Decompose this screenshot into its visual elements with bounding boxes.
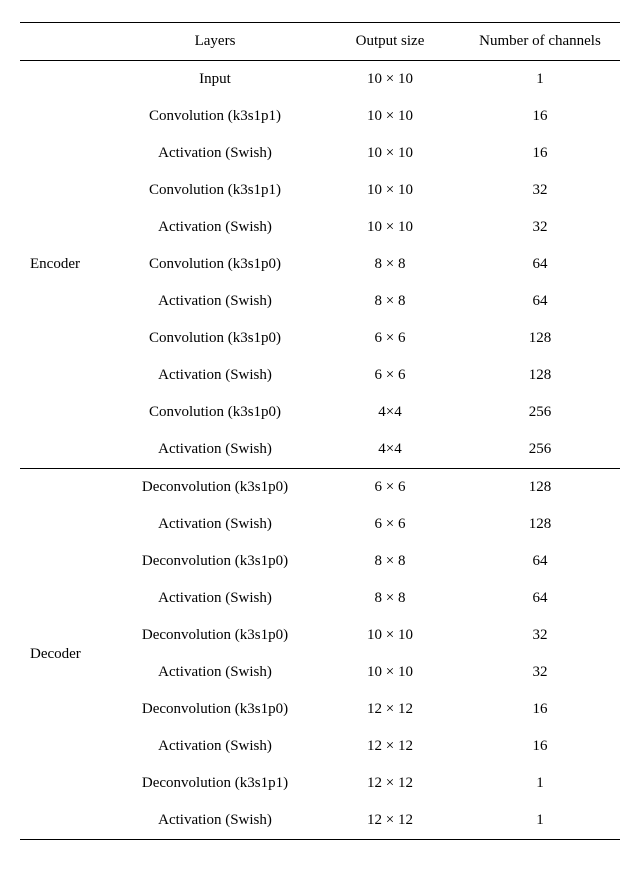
cell-channels: 32 <box>460 209 620 246</box>
cell-size: 8 × 8 <box>320 543 460 580</box>
cell-channels: 256 <box>460 431 620 469</box>
cell-layer: Convolution (k3s1p1) <box>110 98 320 135</box>
cell-size: 12 × 12 <box>320 691 460 728</box>
section-label-encoder: Encoder <box>20 61 110 469</box>
table-row: Activation (Swish) 6 × 6 128 <box>20 357 620 394</box>
cell-size: 12 × 12 <box>320 728 460 765</box>
cell-layer: Activation (Swish) <box>110 431 320 469</box>
section-label-decoder: Decoder <box>20 469 110 840</box>
section-encoder: Encoder Input 10 × 10 1 Convolution (k3s… <box>20 61 620 469</box>
table-row: Deconvolution (k3s1p0) 10 × 10 32 <box>20 617 620 654</box>
cell-size: 12 × 12 <box>320 802 460 840</box>
cell-size: 6 × 6 <box>320 357 460 394</box>
cell-channels: 64 <box>460 543 620 580</box>
cell-size: 6 × 6 <box>320 320 460 357</box>
table-row: Deconvolution (k3s1p1) 12 × 12 1 <box>20 765 620 802</box>
cell-channels: 16 <box>460 691 620 728</box>
cell-size: 10 × 10 <box>320 135 460 172</box>
cell-size: 10 × 10 <box>320 172 460 209</box>
cell-layer: Convolution (k3s1p0) <box>110 246 320 283</box>
cell-channels: 128 <box>460 320 620 357</box>
cell-channels: 16 <box>460 728 620 765</box>
cell-layer: Activation (Swish) <box>110 135 320 172</box>
table-row: Activation (Swish) 10 × 10 16 <box>20 135 620 172</box>
cell-channels: 64 <box>460 246 620 283</box>
header-output-size: Output size <box>320 23 460 61</box>
cell-channels: 32 <box>460 172 620 209</box>
cell-size: 4×4 <box>320 431 460 469</box>
cell-channels: 1 <box>460 765 620 802</box>
table-header-row: Layers Output size Number of channels <box>20 23 620 61</box>
cell-channels: 32 <box>460 654 620 691</box>
cell-layer: Activation (Swish) <box>110 802 320 840</box>
cell-layer: Activation (Swish) <box>110 209 320 246</box>
cell-size: 8 × 8 <box>320 246 460 283</box>
cell-layer: Activation (Swish) <box>110 506 320 543</box>
cell-layer: Activation (Swish) <box>110 283 320 320</box>
cell-layer: Deconvolution (k3s1p0) <box>110 543 320 580</box>
table-row: Activation (Swish) 12 × 12 1 <box>20 802 620 840</box>
cell-channels: 128 <box>460 357 620 394</box>
header-layers: Layers <box>110 23 320 61</box>
header-channels: Number of channels <box>460 23 620 61</box>
table-row: Convolution (k3s1p0) 8 × 8 64 <box>20 246 620 283</box>
table-row: Convolution (k3s1p0) 6 × 6 128 <box>20 320 620 357</box>
cell-size: 10 × 10 <box>320 61 460 99</box>
table-row: Activation (Swish) 10 × 10 32 <box>20 209 620 246</box>
cell-layer: Input <box>110 61 320 99</box>
cell-layer: Convolution (k3s1p0) <box>110 320 320 357</box>
cell-layer: Convolution (k3s1p0) <box>110 394 320 431</box>
table-row: Activation (Swish) 12 × 12 16 <box>20 728 620 765</box>
cell-layer: Deconvolution (k3s1p0) <box>110 691 320 728</box>
cell-size: 10 × 10 <box>320 617 460 654</box>
table-row: Activation (Swish) 8 × 8 64 <box>20 283 620 320</box>
table-row: Convolution (k3s1p1) 10 × 10 16 <box>20 98 620 135</box>
section-decoder: Decoder Deconvolution (k3s1p0) 6 × 6 128… <box>20 469 620 840</box>
cell-size: 10 × 10 <box>320 209 460 246</box>
table-row: Deconvolution (k3s1p0) 12 × 12 16 <box>20 691 620 728</box>
cell-channels: 1 <box>460 61 620 99</box>
table-row: Activation (Swish) 4×4 256 <box>20 431 620 469</box>
table-row: Encoder Input 10 × 10 1 <box>20 61 620 99</box>
cell-channels: 256 <box>460 394 620 431</box>
table-row: Deconvolution (k3s1p0) 8 × 8 64 <box>20 543 620 580</box>
table-row: Activation (Swish) 8 × 8 64 <box>20 580 620 617</box>
cell-layer: Deconvolution (k3s1p0) <box>110 617 320 654</box>
table-row: Convolution (k3s1p1) 10 × 10 32 <box>20 172 620 209</box>
cell-size: 10 × 10 <box>320 98 460 135</box>
cell-layer: Activation (Swish) <box>110 580 320 617</box>
cell-layer: Activation (Swish) <box>110 357 320 394</box>
cell-size: 8 × 8 <box>320 580 460 617</box>
cell-layer: Convolution (k3s1p1) <box>110 172 320 209</box>
cell-channels: 16 <box>460 135 620 172</box>
cell-layer: Activation (Swish) <box>110 728 320 765</box>
cell-size: 10 × 10 <box>320 654 460 691</box>
cell-size: 8 × 8 <box>320 283 460 320</box>
cell-channels: 1 <box>460 802 620 840</box>
cell-channels: 128 <box>460 469 620 507</box>
cell-channels: 64 <box>460 283 620 320</box>
architecture-table: Layers Output size Number of channels En… <box>20 22 620 840</box>
cell-channels: 128 <box>460 506 620 543</box>
cell-size: 6 × 6 <box>320 469 460 507</box>
cell-channels: 16 <box>460 98 620 135</box>
table-row: Convolution (k3s1p0) 4×4 256 <box>20 394 620 431</box>
table-row: Activation (Swish) 6 × 6 128 <box>20 506 620 543</box>
header-section <box>20 23 110 61</box>
cell-size: 6 × 6 <box>320 506 460 543</box>
cell-channels: 32 <box>460 617 620 654</box>
cell-size: 4×4 <box>320 394 460 431</box>
table-row: Decoder Deconvolution (k3s1p0) 6 × 6 128 <box>20 469 620 507</box>
cell-channels: 64 <box>460 580 620 617</box>
cell-size: 12 × 12 <box>320 765 460 802</box>
cell-layer: Activation (Swish) <box>110 654 320 691</box>
cell-layer: Deconvolution (k3s1p0) <box>110 469 320 507</box>
table-row: Activation (Swish) 10 × 10 32 <box>20 654 620 691</box>
cell-layer: Deconvolution (k3s1p1) <box>110 765 320 802</box>
